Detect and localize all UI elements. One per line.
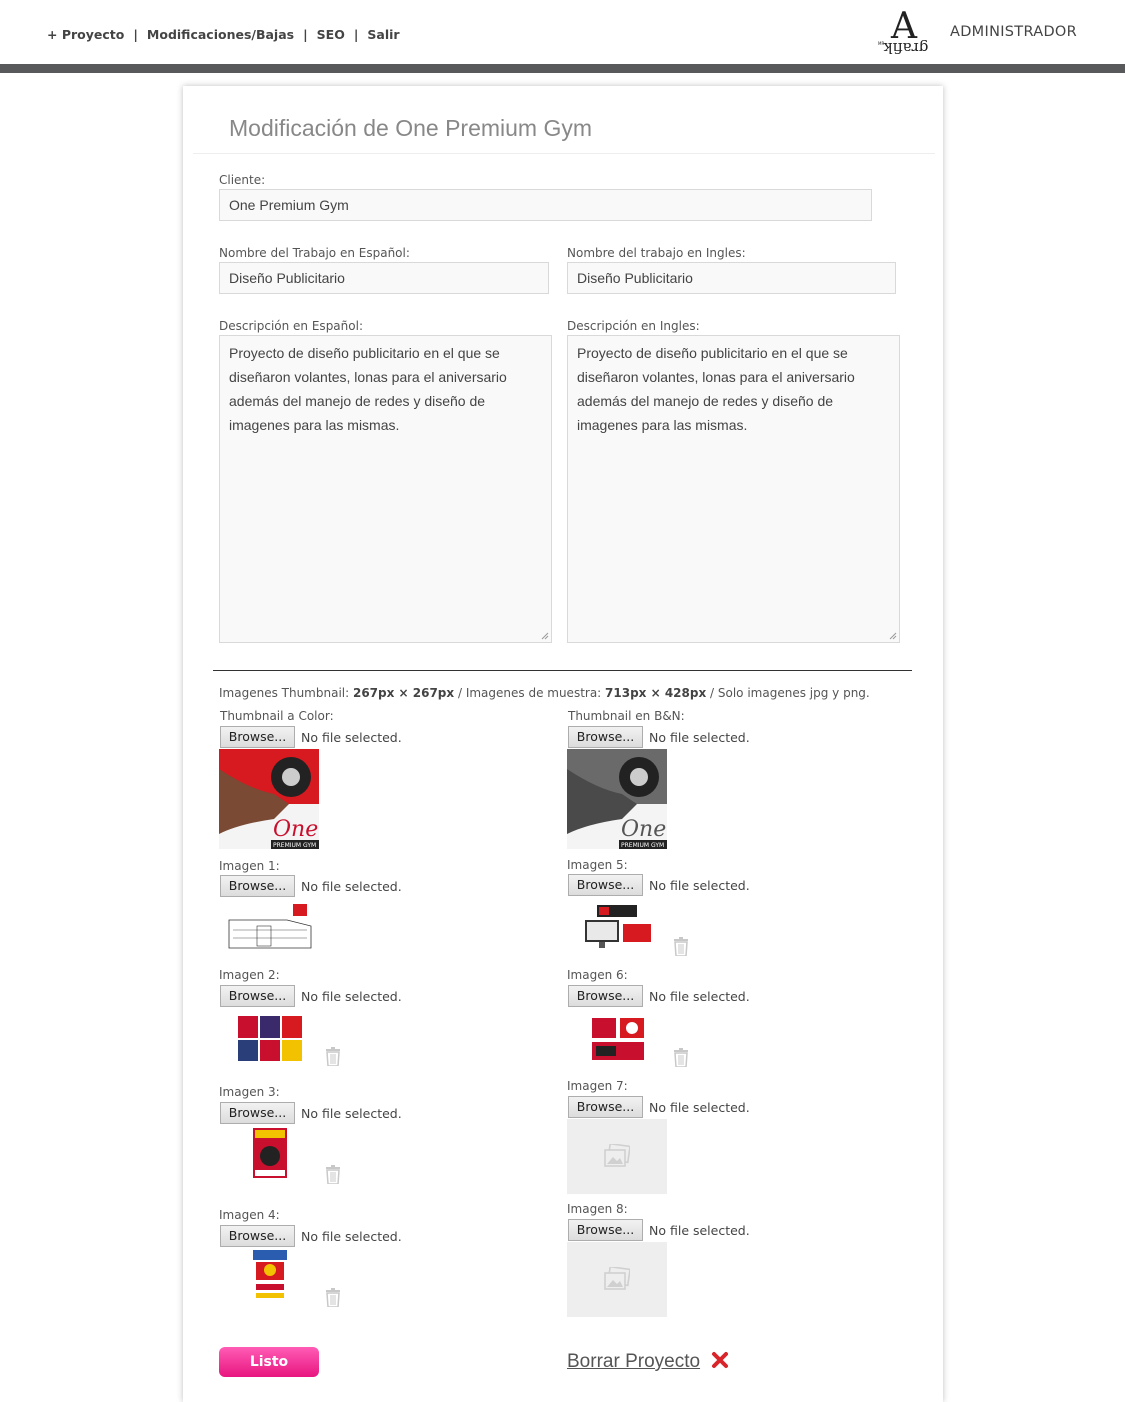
nav-item-salir[interactable]: Salir [367,27,399,42]
image-placeholder-icon [604,1144,630,1167]
thumb-color-label: Thumbnail a Color: [220,709,334,723]
nombre-en-label: Nombre del trabajo en Ingles: [567,246,746,260]
desc-en-textarea[interactable]: Proyecto de diseño publicitario en el qu… [567,335,900,643]
page-title: Modificación de One Premium Gym [229,115,593,141]
imagen-6-file-status: No file selected. [649,989,750,1004]
logo-word: grafik [883,39,929,57]
imagen-4-image [253,1250,287,1300]
thumb-bn-image: One PREMIUM GYM [567,749,667,849]
nav-separator: | [133,27,138,42]
imagen-6-trash-icon[interactable] [673,1048,689,1067]
imagen-6-image [590,1016,646,1062]
desc-es-textarea[interactable]: Proyecto de diseño publicitario en el qu… [219,335,552,643]
cliente-field[interactable]: One Premium Gym [219,189,872,221]
info-format-note: / Solo imagenes jpg y png. [706,686,870,700]
top-bar: + Proyecto | Modificaciones/Bajas | SEO | Sali… [0,0,1125,64]
thumb-bn-label: Thumbnail en B&N: [568,709,685,723]
imagen-3-image [253,1128,287,1178]
imagen-7-browse-button[interactable]: Browse... [568,1096,643,1118]
imagen-1-browse-button[interactable]: Browse... [220,875,295,897]
imagen-3-label: Imagen 3: [219,1085,280,1099]
imagen-4-trash-icon[interactable] [325,1288,341,1307]
thumb-bn-brand: One [621,817,666,842]
image-placeholder-icon [604,1267,630,1290]
thumb-color-browse-button[interactable]: Browse... [220,726,295,748]
imagen-8-placeholder [567,1242,667,1317]
nombre-es-label: Nombre del Trabajo en Español: [219,246,410,260]
imagen-6-label: Imagen 6: [567,968,628,982]
imagen-5-image [583,902,653,950]
section-divider [213,670,912,671]
imagen-1-file-status: No file selected. [301,879,402,894]
imagen-8-browse-button[interactable]: Browse... [568,1219,643,1241]
imagen-2-browse-button[interactable]: Browse... [220,985,295,1007]
imagen-2-label: Imagen 2: [219,968,280,982]
nav-separator: | [353,27,359,42]
header-band [0,64,1125,73]
imagen-4-file-status: No file selected. [301,1229,402,1244]
nav-item-seo[interactable]: SEO [317,27,345,42]
thumb-bn-file-status: No file selected. [649,730,750,745]
edit-project-card: Modificación de One Premium Gym Cliente:… [183,86,943,1402]
cliente-label: Cliente: [219,173,266,187]
thumb-bn-sub: PREMIUM GYM [621,842,664,849]
thumb-color-image: One PREMIUM GYM [219,749,319,849]
imagen-7-label: Imagen 7: [567,1079,628,1093]
imagen-5-browse-button[interactable]: Browse... [568,874,643,896]
agrafik-logo: A grafik MR [878,6,929,57]
info-sample-size: 713px × 428px [605,686,707,700]
close-x-icon[interactable] [711,1351,729,1369]
imagen-4-browse-button[interactable]: Browse... [220,1225,295,1247]
desc-en-text: Proyecto de diseño publicitario en el qu… [577,345,855,433]
image-size-info: Imagenes Thumbnail: 267px × 267px / Imag… [219,686,870,700]
imagen-3-browse-button[interactable]: Browse... [220,1102,295,1124]
thumb-color-file-status: No file selected. [301,730,402,745]
imagen-2-trash-icon[interactable] [325,1047,341,1066]
nombre-es-field[interactable]: Diseño Publicitario [219,262,549,294]
imagen-5-label: Imagen 5: [567,858,628,872]
imagen-7-file-status: No file selected. [649,1100,750,1115]
admin-label: ADMINISTRADOR [950,24,1078,40]
nombre-en-field[interactable]: Diseño Publicitario [567,262,896,294]
info-thumb-label: Imagenes Thumbnail: [219,686,353,700]
imagen-4-label: Imagen 4: [219,1208,280,1222]
imagen-3-trash-icon[interactable] [325,1165,341,1184]
imagen-5-trash-icon[interactable] [673,937,689,956]
resize-grip-icon[interactable] [889,632,897,640]
imagen-2-file-status: No file selected. [301,989,402,1004]
nav-item-modificaciones[interactable]: Modificaciones/Bajas [147,27,294,42]
nav-separator: | [303,27,308,42]
nav-item-proyecto[interactable]: + Proyecto [47,27,124,42]
thumb-bn-browse-button[interactable]: Browse... [568,726,643,748]
imagen-7-placeholder [567,1119,667,1194]
imagen-8-label: Imagen 8: [567,1202,628,1216]
borrar-proyecto-link[interactable]: Borrar Proyecto [567,1351,700,1373]
desc-en-label: Descripción en Ingles: [567,319,700,333]
thumb-color-brand: One [273,817,318,842]
listo-button[interactable]: Listo [219,1347,319,1377]
resize-grip-icon[interactable] [541,632,549,640]
imagen-8-file-status: No file selected. [649,1223,750,1238]
top-nav: + Proyecto | Modificaciones/Bajas | SEO | Sali… [47,27,400,42]
imagen-5-file-status: No file selected. [649,878,750,893]
imagen-1-image [227,902,313,952]
info-sample-label: / Imagenes de muestra: [454,686,606,700]
desc-es-label: Descripción en Español: [219,319,363,333]
imagen-1-label: Imagen 1: [219,859,280,873]
imagen-2-image [238,1016,302,1061]
info-thumb-size: 267px × 267px [352,686,455,700]
thumb-color-sub: PREMIUM GYM [273,842,316,849]
imagen-3-file-status: No file selected. [301,1106,402,1121]
imagen-6-browse-button[interactable]: Browse... [568,985,643,1007]
logo-mark: MR [878,41,884,46]
desc-es-text: Proyecto de diseño publicitario en el qu… [229,345,507,433]
title-divider [193,153,935,154]
